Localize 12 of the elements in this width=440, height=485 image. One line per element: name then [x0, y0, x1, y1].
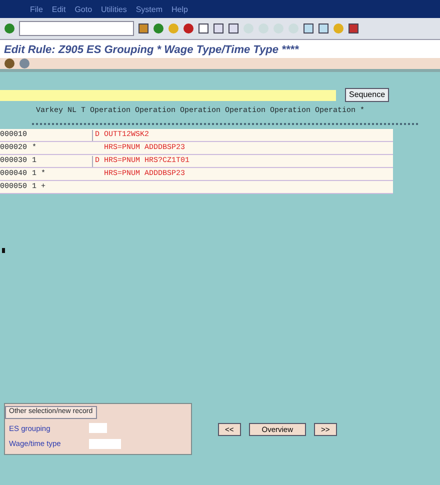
- menu-item[interactable]: File: [30, 4, 43, 18]
- menu-item[interactable]: System: [136, 4, 162, 18]
- menu-item[interactable]: Edit: [52, 4, 66, 18]
- input-field[interactable]: [89, 423, 107, 434]
- command-field[interactable]: [19, 21, 134, 36]
- enter-icon[interactable]: [4, 23, 15, 34]
- sequence-button[interactable]: Sequence: [345, 88, 390, 102]
- screen-title: Edit Rule: Z905 ES Grouping * Wage Type/Time Type ****: [0, 40, 440, 58]
- menu-item[interactable]: Goto: [74, 4, 92, 18]
- menu-item[interactable]: Help: [171, 4, 188, 18]
- input-field[interactable]: [89, 438, 121, 449]
- menu-item[interactable]: Utilities: [101, 4, 127, 18]
